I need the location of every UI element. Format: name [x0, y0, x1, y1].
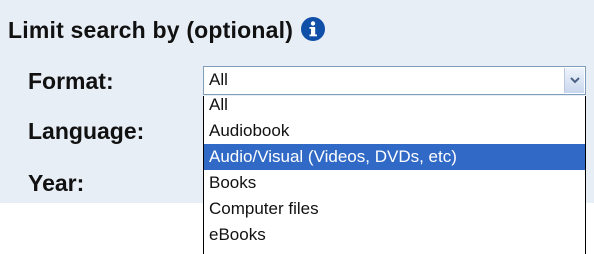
format-select[interactable]: All: [203, 66, 586, 95]
format-dropdown-list: All Audiobook Audio/Visual (Videos, DVDs…: [203, 96, 586, 254]
format-select-value: All: [209, 70, 228, 89]
format-option-all[interactable]: All: [204, 96, 585, 118]
year-label: Year:: [28, 170, 85, 196]
format-label: Format:: [28, 68, 114, 94]
format-option-audiobook[interactable]: Audiobook: [204, 118, 585, 144]
section-heading: Limit search by (optional): [8, 14, 326, 46]
section-title: Limit search by (optional): [8, 16, 294, 43]
format-option-audio-visual[interactable]: Audio/Visual (Videos, DVDs, etc): [204, 144, 585, 170]
format-option-computer-files[interactable]: Computer files: [204, 196, 585, 222]
format-option-books[interactable]: Books: [204, 170, 585, 196]
format-option-ebooks[interactable]: eBooks: [204, 222, 585, 248]
chevron-down-icon[interactable]: [564, 68, 584, 93]
language-label: Language:: [28, 118, 145, 144]
info-icon[interactable]: [301, 17, 326, 41]
